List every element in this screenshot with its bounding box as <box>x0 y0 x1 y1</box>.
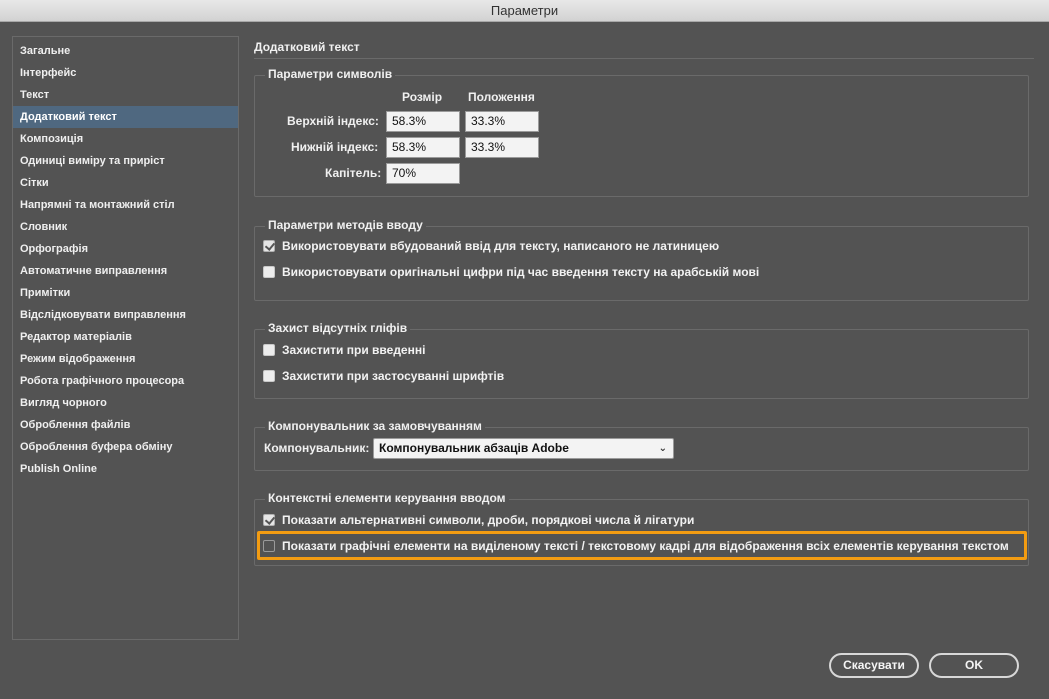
sidebar-item[interactable]: Одиниці виміру та приріст <box>13 150 238 172</box>
sidebar-item[interactable]: Додатковий текст <box>13 106 238 128</box>
sidebar-item[interactable]: Орфографія <box>13 238 238 260</box>
protect-typing-option[interactable]: Захистити при введенні <box>263 341 425 359</box>
glyph-protection-title: Захист відсутніх гліфів <box>265 321 411 335</box>
sidebar-item[interactable]: Оброблення буфера обміну <box>13 436 238 458</box>
char-settings-title: Параметри символів <box>265 67 396 81</box>
alternates-label: Показати альтернативні символи, дроби, п… <box>282 513 695 527</box>
sidebar-item[interactable]: Словник <box>13 216 238 238</box>
contextual-controls-title: Контекстні елементи керування вводом <box>265 491 509 505</box>
smallcaps-label: Капітель: <box>325 166 382 180</box>
smallcaps-size-field[interactable]: 70% <box>386 163 460 184</box>
composer-title: Компонувальник за замовчуванням <box>265 419 485 433</box>
glyph-protection-group: Захист відсутніх гліфів Захистити при вв… <box>254 321 1029 399</box>
composer-group: Компонувальник за замовчуванням Компонув… <box>254 419 1029 471</box>
sidebar-item[interactable]: Відслідковувати виправлення <box>13 304 238 326</box>
sidebar-item[interactable]: Робота графічного процесора <box>13 370 238 392</box>
sidebar-item[interactable]: Текст <box>13 84 238 106</box>
native-digits-label: Використовувати оригінальні цифри під ча… <box>282 265 760 279</box>
subscript-position-field[interactable]: 33.3% <box>465 137 539 158</box>
ok-button[interactable]: OK <box>929 653 1019 678</box>
sidebar-item[interactable]: Автоматичне виправлення <box>13 260 238 282</box>
title-divider <box>254 58 1034 59</box>
sidebar-item[interactable]: Сітки <box>13 172 238 194</box>
sidebar-item[interactable]: Композиція <box>13 128 238 150</box>
superscript-label: Верхній індекс: <box>287 114 379 128</box>
protect-fonts-checkbox[interactable] <box>263 370 275 382</box>
input-method-title: Параметри методів вводу <box>265 218 426 232</box>
native-digits-option[interactable]: Використовувати оригінальні цифри під ча… <box>263 263 759 281</box>
inline-input-label: Використовувати вбудований ввід для текс… <box>282 239 720 253</box>
inline-input-option[interactable]: Використовувати вбудований ввід для текс… <box>263 237 719 255</box>
sidebar-item[interactable]: Режим відображення <box>13 348 238 370</box>
preferences-sidebar: Загальне Інтерфейс Текст Додатковий текст Ко… <box>12 36 239 640</box>
protect-typing-checkbox[interactable] <box>263 344 275 356</box>
composer-select[interactable]: Компонувальник абзаців Adobe ⌄ <box>373 438 674 459</box>
char-settings-group: Параметри символів Розмір Положення Верх… <box>254 67 1029 197</box>
cancel-button[interactable]: Скасувати <box>829 653 919 678</box>
sidebar-item[interactable]: Publish Online <box>13 458 238 480</box>
sidebar-item[interactable]: Напрямні та монтажний стіл <box>13 194 238 216</box>
subscript-size-field[interactable]: 58.3% <box>386 137 460 158</box>
sidebar-item[interactable]: Оброблення файлів <box>13 414 238 436</box>
sidebar-item[interactable]: Загальне <box>13 40 238 62</box>
size-column-header: Розмір <box>402 90 443 104</box>
superscript-size-field[interactable]: 58.3% <box>386 111 460 132</box>
sidebar-item[interactable]: Вигляд чорного <box>13 392 238 414</box>
window-title: Параметри <box>0 0 1049 22</box>
inline-input-checkbox[interactable] <box>263 240 275 252</box>
sidebar-item[interactable]: Інтерфейс <box>13 62 238 84</box>
superscript-position-field[interactable]: 33.3% <box>465 111 539 132</box>
alternates-option[interactable]: Показати альтернативні символи, дроби, п… <box>263 511 694 529</box>
composer-select-value: Компонувальник абзаців Adobe <box>379 441 569 455</box>
chevron-down-icon: ⌄ <box>658 443 667 454</box>
protect-typing-label: Захистити при введенні <box>282 343 426 357</box>
subscript-label: Нижній індекс: <box>291 140 379 154</box>
page-title: Додатковий текст <box>254 40 360 54</box>
callout-highlight <box>257 531 1027 560</box>
sidebar-item[interactable]: Примітки <box>13 282 238 304</box>
protect-fonts-option[interactable]: Захистити при застосуванні шрифтів <box>263 367 504 385</box>
input-method-group: Параметри методів вводу Використовувати … <box>254 218 1029 301</box>
position-column-header: Положення <box>468 90 535 104</box>
sidebar-item[interactable]: Редактор матеріалів <box>13 326 238 348</box>
native-digits-checkbox[interactable] <box>263 266 275 278</box>
alternates-checkbox[interactable] <box>263 514 275 526</box>
protect-fonts-label: Захистити при застосуванні шрифтів <box>282 369 505 383</box>
composer-label: Компонувальник: <box>264 441 370 455</box>
